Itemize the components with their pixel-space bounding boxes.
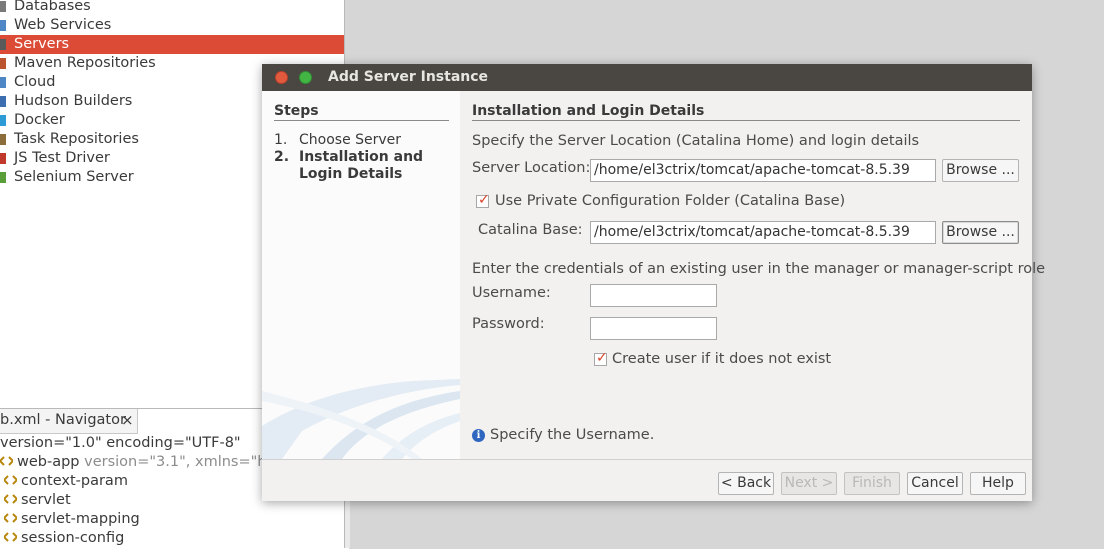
help-button[interactable]: Help xyxy=(970,472,1026,495)
maximize-window-button[interactable] xyxy=(299,71,312,84)
close-icon[interactable]: × xyxy=(121,411,134,429)
steps-divider xyxy=(274,120,449,121)
docker-icon xyxy=(0,115,6,126)
installation-panel: Installation and Login Details Specify t… xyxy=(460,91,1045,459)
navigator-node-text: context-param xyxy=(21,473,128,489)
navigator-node[interactable]: version="1.0" encoding="UTF-8" xyxy=(0,434,241,453)
cancel-button[interactable]: Cancel xyxy=(907,472,963,495)
navigator-node-text: web-app xyxy=(17,454,85,470)
maven-icon xyxy=(0,58,6,69)
private-config-checkbox[interactable]: ✓ xyxy=(476,192,490,208)
navigator-node[interactable]: context-param xyxy=(2,472,128,491)
location-prompt: Specify the Server Location (Catalina Ho… xyxy=(472,133,920,149)
navigator-node[interactable]: servlet-mapping xyxy=(2,510,140,529)
steps-title: Steps xyxy=(274,103,319,119)
selenium-icon xyxy=(0,172,6,183)
tree-item[interactable]: Servers xyxy=(0,35,344,54)
xml-tag-icon xyxy=(0,453,15,466)
section-heading: Installation and Login Details xyxy=(472,103,705,119)
steps-panel: Steps 1. Choose Server 2. Installation a… xyxy=(262,91,460,459)
next-button[interactable]: Next > xyxy=(781,472,837,495)
tree-item-label: Servers xyxy=(14,36,70,52)
footer-divider xyxy=(262,459,1032,460)
tree-item-label: Docker xyxy=(14,112,65,128)
xml-tag-icon xyxy=(2,472,19,485)
tree-item-label: Task Repositories xyxy=(14,131,139,147)
username-label: Username: xyxy=(472,285,551,301)
cloud-icon xyxy=(0,77,6,88)
js-test-icon xyxy=(0,153,6,164)
add-server-dialog: Add Server Instance Steps 1. Choose Serv… xyxy=(262,64,1045,501)
xml-tag-icon xyxy=(2,529,19,542)
server-icon xyxy=(0,39,6,50)
tree-item-label: Web Services xyxy=(14,17,112,33)
step-label: Choose Server xyxy=(299,132,402,148)
browse-server-location-button[interactable]: Browse ... xyxy=(942,159,1019,182)
navigator-node-text: servlet-mapping xyxy=(21,511,140,527)
step-number: 2. xyxy=(274,149,290,165)
username-input[interactable] xyxy=(590,284,717,307)
finish-button[interactable]: Finish xyxy=(844,472,900,495)
info-icon: i xyxy=(472,429,485,442)
tree-item[interactable]: Databases xyxy=(0,0,344,16)
navigator-tab[interactable]: b.xml - Navigator × xyxy=(0,409,138,434)
navigator-node[interactable]: web-app version="3.1", xmlns="http:// xyxy=(0,453,302,472)
tree-item-label: Maven Repositories xyxy=(14,55,156,71)
check-icon: ✓ xyxy=(596,350,608,366)
password-label: Password: xyxy=(472,316,545,332)
dialog-titlebar: Add Server Instance xyxy=(262,64,1032,91)
task-icon xyxy=(0,134,6,145)
browse-catalina-base-button[interactable]: Browse ... xyxy=(942,221,1019,244)
catalina-base-input[interactable]: /home/el3ctrix/tomcat/apache-tomcat-8.5.… xyxy=(590,221,936,244)
dialog-title: Add Server Instance xyxy=(328,69,489,85)
navigator-node[interactable]: servlet xyxy=(2,491,71,510)
wizard-decoration-image xyxy=(262,379,460,459)
create-user-label: Create user if it does not exist xyxy=(612,351,832,367)
navigator-node-text: servlet xyxy=(21,492,71,508)
check-icon: ✓ xyxy=(478,192,490,208)
navigator-node[interactable]: session-config xyxy=(2,529,125,548)
heading-divider xyxy=(472,120,1020,121)
tree-item-label: Hudson Builders xyxy=(14,93,133,109)
credentials-prompt: Enter the credentials of an existing use… xyxy=(472,261,1046,277)
catalina-base-label: Catalina Base: xyxy=(478,222,583,238)
tree-item-label: Cloud xyxy=(14,74,56,90)
tree-item[interactable]: Web Services xyxy=(0,16,344,35)
close-window-button[interactable] xyxy=(275,71,288,84)
navigator-node-text: session-config xyxy=(21,530,125,546)
hudson-icon xyxy=(0,96,6,107)
navigator-tab-label: b.xml - Navigator xyxy=(0,412,126,428)
web-services-icon xyxy=(0,20,6,31)
password-input[interactable] xyxy=(590,317,717,340)
step-number: 1. xyxy=(274,132,288,148)
navigator-node-text: version="1.0" encoding="UTF-8" xyxy=(0,435,241,451)
create-user-checkbox[interactable]: ✓ xyxy=(594,350,608,366)
tree-item-label: JS Test Driver xyxy=(14,150,110,166)
server-location-label: Server Location: xyxy=(472,160,591,176)
back-button[interactable]: < Back xyxy=(718,472,774,495)
info-message: Specify the Username. xyxy=(490,427,655,443)
xml-tag-icon xyxy=(2,510,19,523)
xml-tag-icon xyxy=(2,491,19,504)
tree-item-label: Databases xyxy=(14,0,91,14)
tree-item-label: Selenium Server xyxy=(14,169,134,185)
step-label-line2: Login Details xyxy=(299,166,403,182)
database-icon xyxy=(0,1,6,12)
step-label: Installation and xyxy=(299,149,424,165)
private-config-label: Use Private Configuration Folder (Catali… xyxy=(495,193,846,209)
server-location-input[interactable]: /home/el3ctrix/tomcat/apache-tomcat-8.5.… xyxy=(590,159,936,182)
